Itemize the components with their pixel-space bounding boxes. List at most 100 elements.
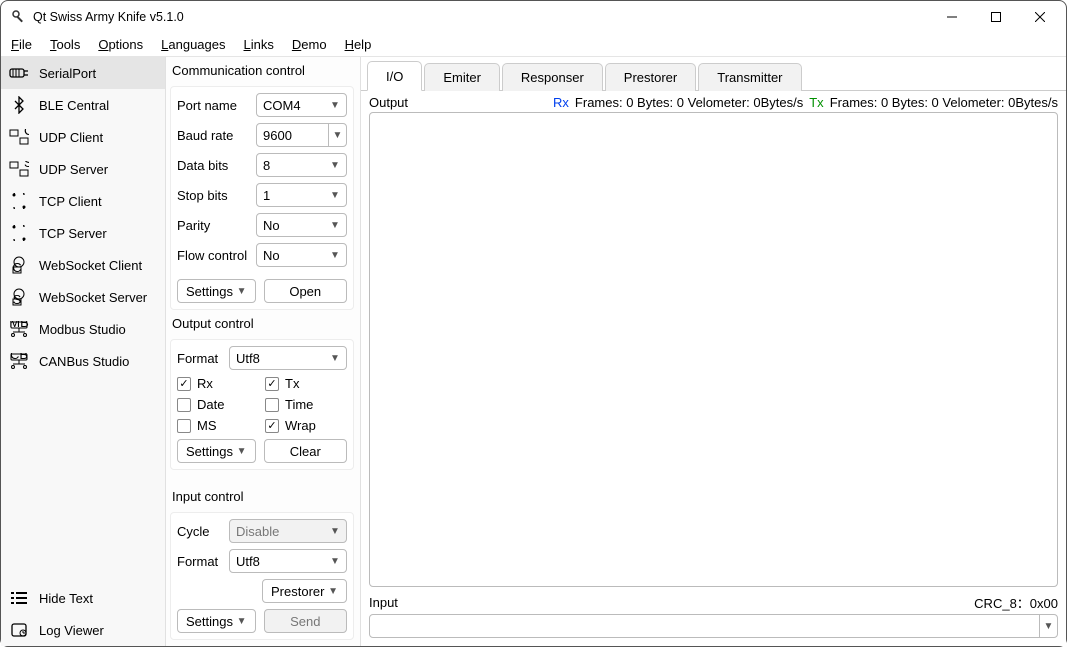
prestorer-button[interactable]: Prestorer ▼	[262, 579, 347, 603]
tab-transmitter[interactable]: Transmitter	[698, 63, 801, 91]
out-format-combo[interactable]: Utf8▼	[229, 346, 347, 370]
list-icon	[9, 588, 29, 608]
sidebar-item-label: WebSocket Client	[39, 258, 142, 273]
tcp-client-icon	[9, 191, 29, 211]
udp-server-icon: S	[9, 159, 29, 179]
comm-control-group: Port name COM4▼ Baud rate 9600▼ Data bit…	[170, 86, 354, 310]
sidebar: SerialPort BLE Central C UDP Client S UD…	[1, 57, 166, 646]
baud-rate-combo[interactable]: 9600▼	[256, 123, 347, 147]
menu-languages[interactable]: Languages	[159, 35, 227, 54]
sidebar-hide-text[interactable]: Hide Text	[1, 582, 165, 614]
baud-rate-label: Baud rate	[177, 128, 252, 143]
titlebar: Qt Swiss Army Knife v5.1.0	[1, 1, 1066, 33]
comm-settings-button[interactable]: Settings ▼	[177, 279, 256, 303]
sidebar-item-label: WebSocket Server	[39, 290, 147, 305]
sidebar-item-label: TCP Client	[39, 194, 102, 209]
in-format-label: Format	[177, 554, 225, 569]
output-textarea[interactable]	[369, 112, 1058, 587]
ms-checkbox[interactable]: MS	[177, 418, 257, 433]
input-status-line: Input CRC_8：0x00	[361, 593, 1066, 614]
sidebar-item-tcp-client[interactable]: TCP Client	[1, 185, 165, 217]
serialport-icon	[9, 63, 29, 83]
date-checkbox[interactable]: Date	[177, 397, 257, 412]
sidebar-item-udp-server[interactable]: S UDP Server	[1, 153, 165, 185]
chevron-down-icon: ▼	[330, 220, 340, 231]
menu-demo[interactable]: Demo	[290, 35, 329, 54]
send-button[interactable]: Send	[264, 609, 347, 633]
menu-tools[interactable]: Tools	[48, 35, 82, 54]
open-button[interactable]: Open	[264, 279, 347, 303]
canbus-icon: CB	[9, 351, 29, 371]
menubar: File Tools Options Languages Links Demo …	[1, 33, 1066, 57]
port-name-combo[interactable]: COM4▼	[256, 93, 347, 117]
sidebar-item-label: Hide Text	[39, 591, 93, 606]
tab-io[interactable]: I/O	[367, 61, 422, 91]
in-settings-button[interactable]: Settings ▼	[177, 609, 256, 633]
stop-bits-label: Stop bits	[177, 188, 252, 203]
chevron-down-icon: ▼	[330, 556, 340, 567]
output-control-group: Format Utf8▼ ✓Rx ✓Tx Date Time MS ✓Wrap …	[170, 339, 354, 470]
sidebar-item-canbus[interactable]: CB CANBus Studio	[1, 345, 165, 377]
chevron-down-icon: ▼	[330, 100, 340, 111]
out-settings-button[interactable]: Settings ▼	[177, 439, 256, 463]
sidebar-item-label: UDP Client	[39, 130, 103, 145]
flow-control-label: Flow control	[177, 248, 252, 263]
chevron-down-icon: ▼	[330, 190, 340, 201]
chevron-down-icon: ▼	[328, 586, 338, 597]
sidebar-item-serialport[interactable]: SerialPort	[1, 57, 165, 89]
sidebar-item-label: BLE Central	[39, 98, 109, 113]
cycle-combo[interactable]: Disable▼	[229, 519, 347, 543]
port-name-label: Port name	[177, 98, 252, 113]
wrap-checkbox[interactable]: ✓Wrap	[265, 418, 345, 433]
stop-bits-combo[interactable]: 1▼	[256, 183, 347, 207]
sidebar-item-ws-client[interactable]: C WebSocket Client	[1, 249, 165, 281]
app-title: Qt Swiss Army Knife v5.1.0	[33, 10, 930, 24]
sidebar-log-viewer[interactable]: Log Viewer	[1, 614, 165, 646]
data-bits-combo[interactable]: 8▼	[256, 153, 347, 177]
menu-help[interactable]: Help	[343, 35, 374, 54]
clear-button[interactable]: Clear	[264, 439, 347, 463]
menu-options[interactable]: Options	[96, 35, 145, 54]
tx-checkbox[interactable]: ✓Tx	[265, 376, 345, 391]
data-bits-label: Data bits	[177, 158, 252, 173]
maximize-button[interactable]	[974, 3, 1018, 31]
comm-control-title: Communication control	[170, 61, 354, 82]
tab-responser[interactable]: Responser	[502, 63, 603, 91]
chevron-down-icon: ▼	[330, 526, 340, 537]
out-format-label: Format	[177, 351, 225, 366]
tab-emiter[interactable]: Emiter	[424, 63, 500, 91]
sidebar-item-ws-server[interactable]: S WebSocket Server	[1, 281, 165, 313]
input-combo[interactable]: ▼	[369, 614, 1058, 638]
sidebar-item-ble[interactable]: BLE Central	[1, 89, 165, 121]
tcp-server-icon	[9, 223, 29, 243]
flow-control-combo[interactable]: No▼	[256, 243, 347, 267]
app-icon	[11, 9, 27, 25]
sidebar-item-label: Log Viewer	[39, 623, 104, 638]
cycle-label: Cycle	[177, 524, 225, 539]
tab-prestorer[interactable]: Prestorer	[605, 63, 696, 91]
parity-combo[interactable]: No▼	[256, 213, 347, 237]
menu-links[interactable]: Links	[242, 35, 276, 54]
in-format-combo[interactable]: Utf8▼	[229, 549, 347, 573]
time-checkbox[interactable]: Time	[265, 397, 345, 412]
sidebar-item-udp-client[interactable]: C UDP Client	[1, 121, 165, 153]
svg-text:S: S	[24, 161, 29, 170]
sidebar-item-label: SerialPort	[39, 66, 96, 81]
sidebar-item-modbus[interactable]: MB Modbus Studio	[1, 313, 165, 345]
menu-file[interactable]: File	[9, 35, 34, 54]
sidebar-item-tcp-server[interactable]: TCP Server	[1, 217, 165, 249]
ws-client-icon: C	[9, 255, 29, 275]
bluetooth-icon	[9, 95, 29, 115]
output-label: Output	[369, 95, 408, 110]
sidebar-item-label: Modbus Studio	[39, 322, 126, 337]
tx-stats: Frames: 0 Bytes: 0 Velometer: 0Bytes/s	[830, 95, 1058, 110]
chevron-down-icon: ▼	[330, 250, 340, 261]
rx-checkbox[interactable]: ✓Rx	[177, 376, 257, 391]
svg-text:S: S	[13, 292, 22, 306]
chevron-down-icon: ▼	[1039, 615, 1057, 637]
input-control-title: Input control	[170, 487, 354, 508]
close-button[interactable]	[1018, 3, 1062, 31]
crc-label: CRC_8：0x00	[974, 593, 1058, 612]
minimize-button[interactable]	[930, 3, 974, 31]
parity-label: Parity	[177, 218, 252, 233]
